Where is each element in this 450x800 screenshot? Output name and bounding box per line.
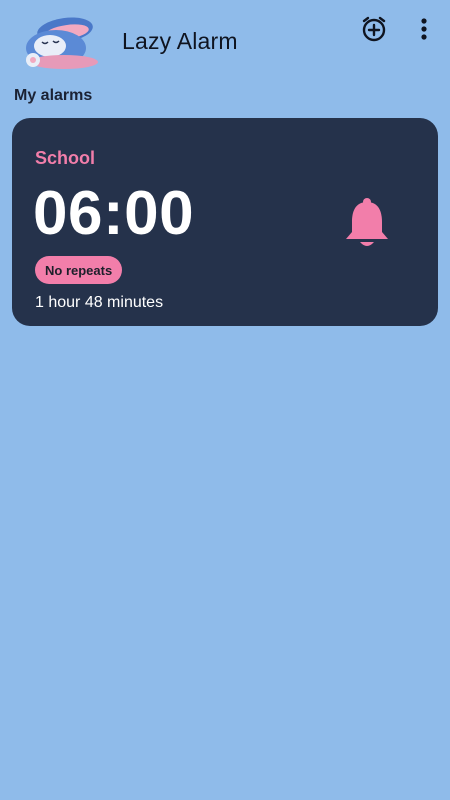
alarm-toggle-button[interactable]: [342, 196, 392, 250]
app-screen: Lazy Alarm My alarms School 06:00 No rep…: [0, 0, 450, 800]
more-vertical-icon: [420, 17, 428, 46]
alarm-name: School: [35, 148, 96, 168]
add-alarm-button[interactable]: [357, 14, 391, 48]
repeat-badge: No repeats: [35, 256, 123, 284]
bunny-mascot-logo: [20, 10, 102, 70]
more-options-button[interactable]: [407, 14, 441, 48]
section-title: My alarms: [14, 87, 93, 104]
app-title: Lazy Alarm: [122, 28, 238, 54]
alarm-card[interactable]: School 06:00 No repeats 1 hour 48 minute…: [12, 118, 438, 326]
alarm-time: 06:00: [33, 179, 195, 248]
bell-icon: [342, 198, 392, 254]
time-remaining: 1 hour 48 minutes: [35, 294, 164, 311]
add-alarm-icon: [360, 15, 388, 48]
app-header: Lazy Alarm: [0, 0, 450, 80]
